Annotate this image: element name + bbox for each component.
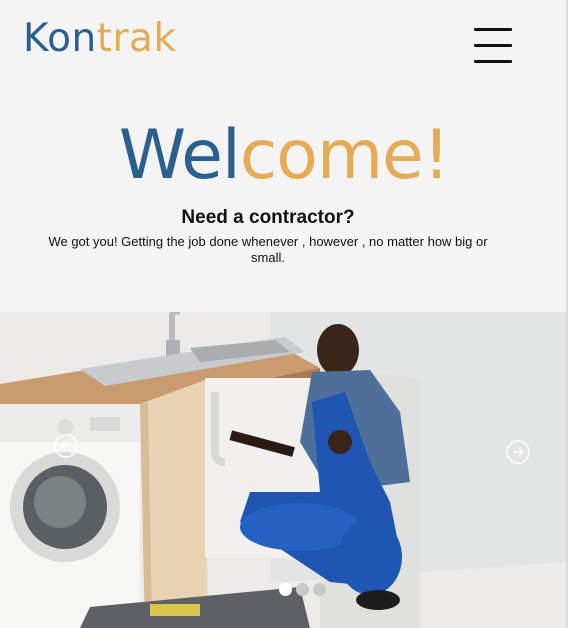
carousel-indicators bbox=[279, 583, 326, 596]
hero-heading: Need a contractor? bbox=[181, 207, 355, 228]
carousel-next-button[interactable] bbox=[506, 440, 530, 464]
hamburger-menu-button[interactable] bbox=[474, 26, 514, 64]
carousel-dot-2[interactable] bbox=[296, 583, 309, 596]
logo-text-accent: trak bbox=[96, 16, 177, 61]
menu-bar-bottom bbox=[474, 60, 512, 63]
carousel-slide-image bbox=[0, 312, 568, 628]
menu-bar-middle bbox=[474, 44, 512, 47]
hero-description: We got you! Getting the job done wheneve… bbox=[48, 234, 488, 265]
hamburger-menu-icon bbox=[474, 28, 512, 31]
image-carousel[interactable] bbox=[0, 312, 568, 628]
carousel-dot-1[interactable] bbox=[279, 583, 292, 596]
arrow-right-circle-icon bbox=[506, 440, 530, 464]
arrow-left-circle-icon bbox=[54, 434, 78, 458]
welcome-title-primary: Wel bbox=[118, 116, 241, 195]
header: Kontrak bbox=[0, 0, 568, 90]
logo[interactable]: Kontrak bbox=[23, 16, 177, 61]
welcome-title: Welcome! bbox=[0, 122, 568, 190]
logo-text-primary: Kon bbox=[23, 16, 97, 61]
welcome-title-accent: come! bbox=[239, 116, 450, 195]
carousel-dot-3[interactable] bbox=[313, 583, 326, 596]
carousel-prev-button[interactable] bbox=[54, 434, 78, 458]
